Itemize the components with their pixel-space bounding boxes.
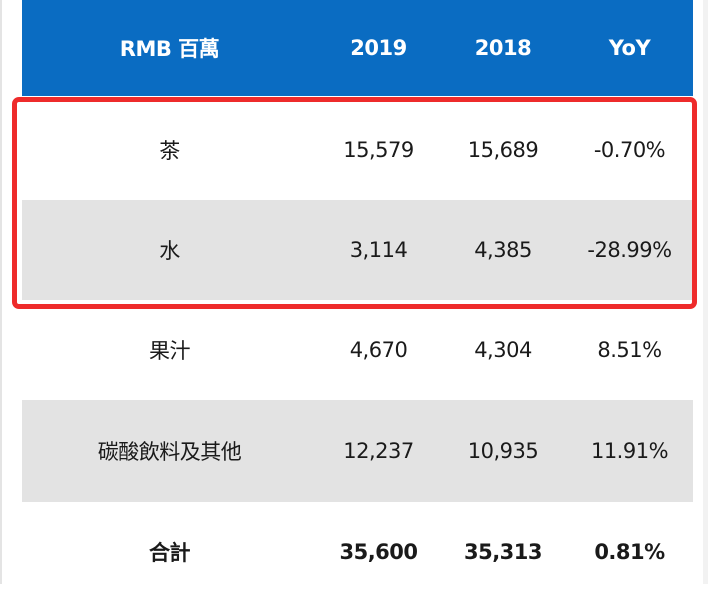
row-yoy: -0.70% bbox=[593, 138, 666, 162]
header-unit: RMB 百萬 bbox=[119, 37, 220, 61]
right-edge bbox=[703, 0, 708, 584]
row-category: 水 bbox=[159, 239, 180, 263]
table-row: 茶 15,579 15,689 -0.70% bbox=[22, 100, 693, 200]
header-yoy: YoY bbox=[608, 36, 651, 60]
row-yoy: -28.99% bbox=[587, 238, 672, 262]
row-value-2019: 15,579 bbox=[343, 138, 414, 162]
revenue-table: RMB 百萬 2019 2018 YoY 茶 15,579 15,689 -0.… bbox=[22, 0, 693, 602]
row-value-2018: 4,304 bbox=[474, 338, 532, 362]
row-category: 茶 bbox=[159, 139, 180, 163]
row-value-2019: 3,114 bbox=[349, 238, 408, 262]
row-value-2019: 12,237 bbox=[343, 439, 414, 463]
row-yoy: 11.91% bbox=[590, 439, 669, 463]
row-category: 果汁 bbox=[149, 339, 191, 363]
table-header-row: RMB 百萬 2019 2018 YoY bbox=[22, 0, 693, 96]
header-2018: 2018 bbox=[474, 36, 532, 60]
row-value-2018: 4,385 bbox=[474, 238, 532, 262]
table-row: 碳酸飲料及其他 12,237 10,935 11.91% bbox=[22, 400, 693, 502]
table-total-row: 合計 35,600 35,313 0.81% bbox=[22, 502, 693, 602]
row-category: 碳酸飲料及其他 bbox=[97, 440, 242, 464]
row-yoy: 0.81% bbox=[594, 540, 665, 564]
left-edge bbox=[0, 0, 2, 584]
header-2019: 2019 bbox=[350, 36, 407, 60]
table-row: 果汁 4,670 4,304 8.51% bbox=[22, 300, 693, 400]
row-value-2019: 4,670 bbox=[349, 338, 408, 362]
row-value-2018: 35,313 bbox=[463, 540, 543, 564]
table-row: 水 3,114 4,385 -28.99% bbox=[22, 200, 693, 300]
row-value-2018: 10,935 bbox=[467, 439, 539, 463]
row-yoy: 8.51% bbox=[597, 338, 662, 362]
row-category: 合計 bbox=[149, 541, 191, 565]
row-value-2019: 35,600 bbox=[339, 540, 418, 564]
row-value-2018: 15,689 bbox=[467, 138, 539, 162]
